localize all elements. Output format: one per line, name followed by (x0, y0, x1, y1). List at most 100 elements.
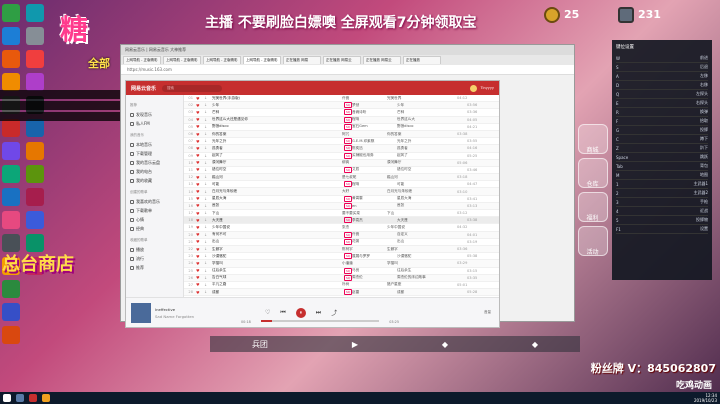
sidebar-item[interactable]: 经典 (130, 224, 179, 233)
user-name[interactable]: Tinyyyy (480, 86, 494, 90)
download-icon[interactable]: ↓ (204, 118, 212, 122)
desktop-icon[interactable] (2, 73, 20, 91)
download-icon[interactable]: ↓ (204, 211, 212, 215)
heart-icon[interactable]: ♥ (196, 239, 204, 244)
desktop-icon[interactable] (26, 211, 44, 229)
download-icon[interactable]: ↓ (204, 254, 212, 258)
download-icon[interactable]: ↓ (204, 190, 212, 194)
track-row[interactable]: 21 ♥ ↓ 出山 SQ 花粥 出山 03:19 (184, 238, 499, 246)
game-side-button[interactable]: 活动 (577, 226, 608, 256)
sidebar-item[interactable]: 我的收藏 (130, 176, 179, 185)
desktop-icon[interactable] (26, 165, 44, 183)
browser-tab[interactable]: 正在播放 网易云 (363, 56, 401, 64)
track-row[interactable]: 28 ♥ ↓ 成都 SQ 赵雷 成都 05:28 (184, 289, 499, 297)
browser-tab[interactable]: 上网导航 - 正版精彩 (163, 56, 201, 64)
album-cover[interactable] (131, 302, 151, 323)
game-side-button[interactable]: 商城 (577, 124, 608, 154)
sidebar-item[interactable]: 我的电台 (130, 167, 179, 176)
track-row[interactable]: 12 ♥ ↓ 踏山河 是七叔呢 踏山河 03:18 (184, 174, 499, 182)
key-config-row[interactable]: 4 近战 (616, 207, 708, 216)
download-icon[interactable]: ↓ (204, 218, 212, 222)
track-row[interactable]: 27 ♥ ↓ 平凡之路 朴树 猎户星座 05:01 (184, 282, 499, 290)
download-icon[interactable]: ↓ (204, 96, 212, 100)
key-config-row[interactable]: C 蹲下 (616, 135, 708, 144)
track-row[interactable]: 16 ♥ ↓ 嚣张 SQ en 嚣张 03:13 (184, 202, 499, 210)
key-config-row[interactable]: Space 跳跃 (616, 153, 708, 162)
track-row[interactable]: 24 ♥ ↓ 学猫叫 小潘潘 学猫叫 03:29 (184, 260, 499, 268)
heart-icon[interactable]: ♥ (196, 132, 204, 137)
track-row[interactable]: 01 ♥ ↓ 完美世界(手游版) 许嵩 完美世界 04:12 (184, 95, 499, 103)
download-icon[interactable]: ↓ (204, 261, 212, 265)
browser-tab[interactable]: 正在播放 (403, 56, 441, 64)
download-icon[interactable]: ↓ (204, 182, 212, 186)
track-row[interactable]: 23 ♥ ↓ 沙漠骆驼 SQ 展展与罗罗 沙漠骆驼 05:38 (184, 253, 499, 261)
key-config-row[interactable]: E 右探头 (616, 99, 708, 108)
key-config-row[interactable]: 2 主武器2 (616, 189, 708, 198)
prev-icon[interactable]: ⏮ (280, 309, 285, 317)
heart-icon[interactable]: ♥ (196, 167, 204, 172)
heart-icon[interactable]: ♥ (196, 211, 204, 216)
user-info[interactable]: Tinyyyy (470, 84, 494, 92)
desktop-icon[interactable] (2, 50, 20, 68)
sidebar-item[interactable]: 下载管理 (130, 149, 179, 158)
progress-bar[interactable] (261, 320, 379, 322)
game-bottom-item[interactable]: ◆ (442, 340, 448, 349)
desktop-icon[interactable] (2, 165, 20, 183)
taskbar-app-icon[interactable] (16, 394, 24, 402)
track-row[interactable]: 03 ♥ ↓ 芒种 SQ 音阙诗听 芒种 03:36 (184, 109, 499, 117)
download-icon[interactable]: ↓ (204, 175, 212, 179)
heart-icon[interactable]: ♥ (196, 117, 204, 122)
track-row[interactable]: 17 ♥ ↓ 下山 要不要买菜 下山 03:12 (184, 210, 499, 218)
download-icon[interactable]: ↓ (204, 276, 212, 280)
download-icon[interactable]: ↓ (204, 110, 212, 114)
key-config-row[interactable]: D 右移 (616, 81, 708, 90)
desktop-icon[interactable] (26, 50, 44, 68)
download-icon[interactable]: ↓ (204, 247, 212, 251)
download-icon[interactable]: ↓ (204, 197, 212, 201)
track-row[interactable]: 25 ♥ ↓ 往后余生 SQ 马良 往后余生 03:15 (184, 267, 499, 275)
heart-icon[interactable]: ♥ (196, 261, 204, 266)
key-config-row[interactable]: Z 趴下 (616, 144, 708, 153)
game-tab[interactable]: 全部 (88, 55, 110, 71)
download-icon[interactable]: ↓ (204, 139, 212, 143)
heart-icon[interactable]: ♥ (196, 275, 204, 280)
play-pause-button[interactable]: ⏸ (295, 307, 306, 318)
heart-icon[interactable]: ♥ (196, 247, 204, 252)
game-side-button[interactable]: 仓库 (577, 158, 608, 188)
heart-icon[interactable]: ♥ (196, 218, 204, 223)
browser-tab[interactable]: 上网导航 - 正版精彩 (203, 56, 241, 64)
game-bottom-item[interactable]: ◆ (532, 340, 538, 349)
sidebar-item[interactable]: 推荐 (130, 263, 179, 272)
heart-icon[interactable]: ♥ (196, 139, 204, 144)
download-icon[interactable]: ↓ (204, 204, 212, 208)
track-row[interactable]: 19 ♥ ↓ 少年中国说 张杰 少年中国说 04:32 (184, 224, 499, 232)
download-icon[interactable]: ↓ (204, 146, 212, 150)
desktop-icon[interactable] (2, 326, 20, 344)
heart-icon[interactable]: ♥ (196, 175, 204, 180)
track-row[interactable]: 05 ♥ ↓ 野狼disco SQ 宝石Gem 野狼disco 04:21 (184, 123, 499, 131)
heart-icon[interactable]: ♥ (196, 189, 204, 194)
sidebar-item[interactable]: 发现音乐 (130, 110, 179, 119)
download-icon[interactable]: ↓ (204, 290, 212, 294)
start-icon[interactable] (3, 394, 11, 402)
track-row[interactable]: 11 ♥ ↓ 错位时空 SQ 艾辰 错位时空 03:46 (184, 166, 499, 175)
desktop-icon[interactable] (2, 211, 20, 229)
desktop-icon[interactable] (26, 73, 44, 91)
game-bottom-item[interactable]: 兵团 (252, 339, 268, 350)
key-config-row[interactable]: 3 手枪 (616, 198, 708, 207)
key-config-row[interactable]: W 前进 (616, 54, 708, 63)
track-row[interactable]: 14 ♥ ↓ 白月光与朱砂痣 大籽 白月光与朱砂痣 03:10 (184, 188, 499, 196)
desktop-icon[interactable] (2, 142, 20, 160)
key-config-row[interactable]: 5 投掷物 (616, 216, 708, 225)
desktop-icon[interactable] (2, 4, 20, 22)
download-icon[interactable]: ↓ (204, 125, 212, 129)
download-icon[interactable]: ↓ (204, 103, 212, 107)
heart-icon[interactable]: ♥ (196, 282, 204, 287)
track-row[interactable]: 26 ♥ ↓ 告白气球 SQ 周杰伦 周杰伦的床边故事 03:35 (184, 274, 499, 282)
desktop-icon[interactable] (26, 142, 44, 160)
download-icon[interactable]: ↓ (204, 225, 212, 229)
heart-icon[interactable]: ♥ (196, 196, 204, 201)
share-icon[interactable]: ⤴ (331, 308, 337, 317)
key-config-row[interactable]: 1 主武器1 (616, 180, 708, 189)
browser-tab[interactable]: 正在播放 网易云 (323, 56, 361, 64)
